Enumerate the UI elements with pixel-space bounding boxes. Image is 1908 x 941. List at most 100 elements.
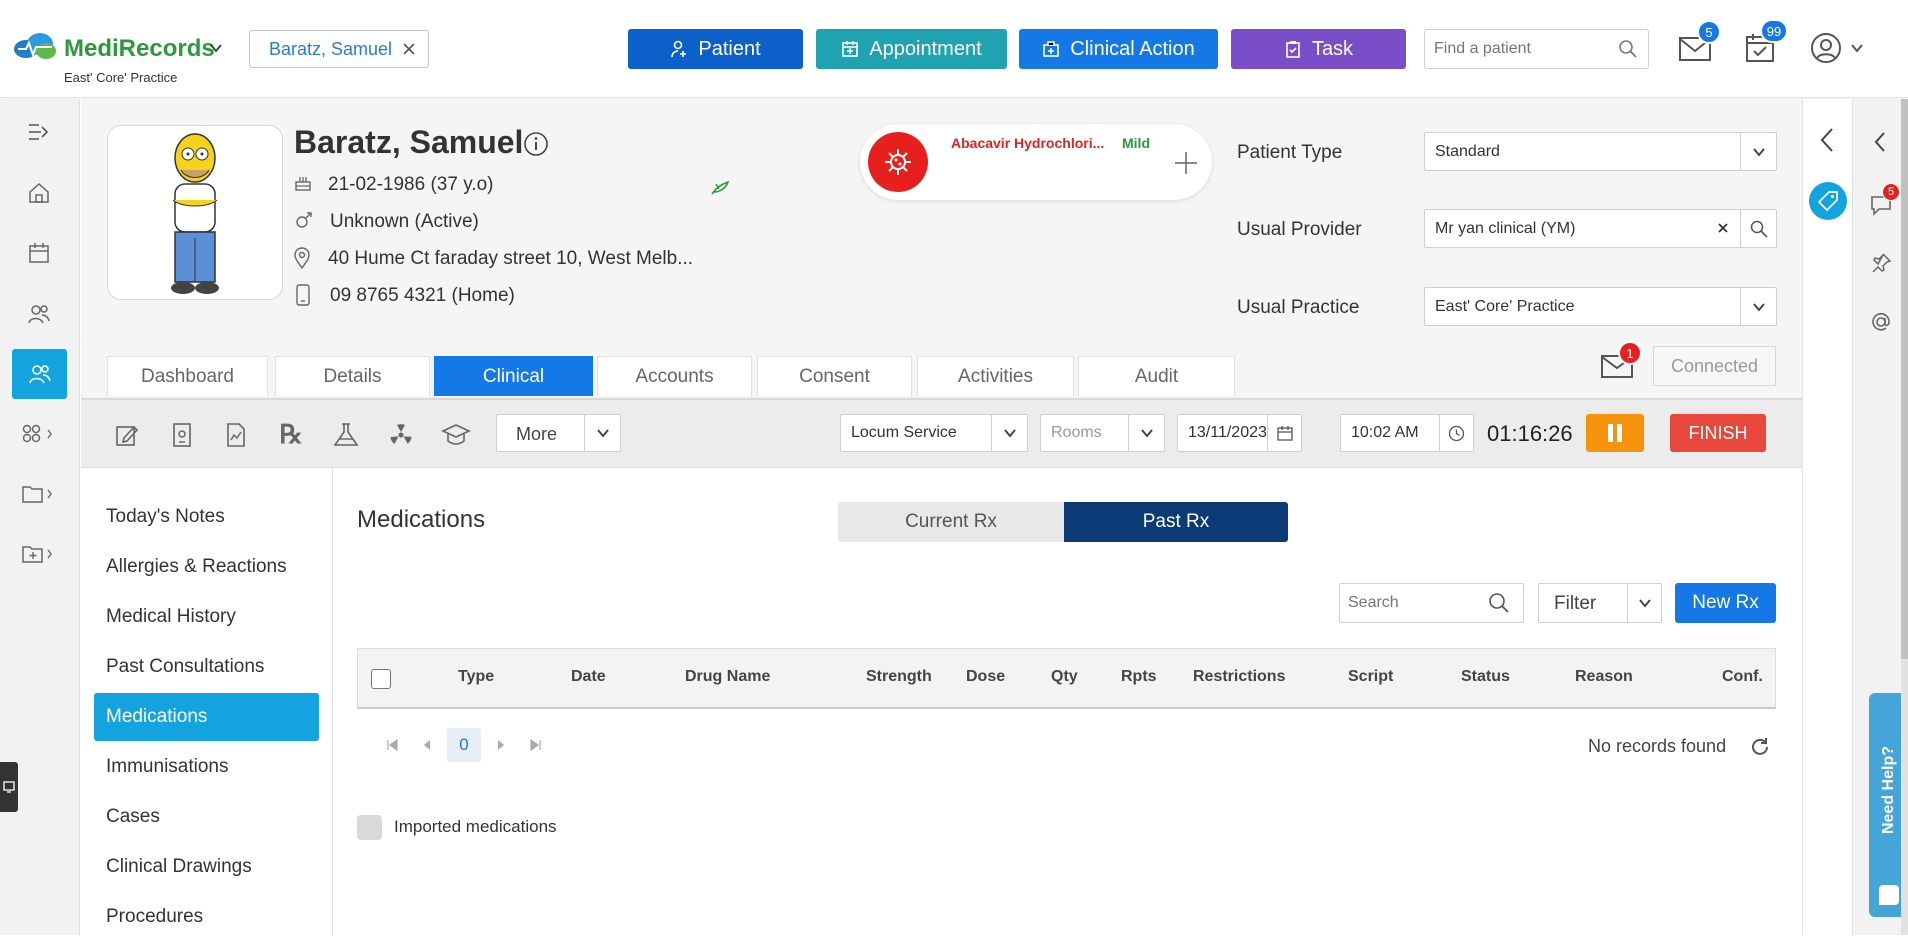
patient-chip[interactable]: Baratz, Samuel bbox=[249, 30, 429, 68]
pathology-icon[interactable] bbox=[331, 420, 361, 450]
col-drug-name[interactable]: Drug Name bbox=[685, 668, 770, 686]
home-icon[interactable] bbox=[0, 168, 78, 218]
usual-practice-select[interactable]: East' Core' Practice bbox=[1424, 287, 1777, 326]
task-button[interactable]: Task bbox=[1231, 29, 1406, 69]
col-conf[interactable]: Conf. bbox=[1722, 668, 1763, 686]
calendar-icon[interactable] bbox=[0, 228, 78, 278]
edit-note-icon[interactable] bbox=[112, 420, 142, 450]
patient-type-select[interactable]: Standard bbox=[1424, 132, 1777, 171]
rooms-select[interactable]: Rooms bbox=[1040, 414, 1165, 452]
rail-patients-active[interactable] bbox=[12, 349, 67, 399]
patient-photo[interactable] bbox=[107, 125, 283, 300]
medications-search[interactable] bbox=[1339, 583, 1524, 623]
nav-immunisations[interactable]: Immunisations bbox=[94, 743, 319, 791]
patient-button[interactable]: Patient bbox=[628, 29, 803, 69]
user-menu[interactable] bbox=[1810, 32, 1864, 64]
nav-medications[interactable]: Medications bbox=[94, 693, 319, 741]
collapse-chevron-left-icon[interactable] bbox=[1819, 127, 1835, 153]
usual-provider-select[interactable]: Mr yan clinical (YM) bbox=[1424, 209, 1777, 248]
find-patient-search[interactable] bbox=[1424, 29, 1649, 69]
col-status[interactable]: Status bbox=[1461, 668, 1510, 686]
medications-search-input[interactable] bbox=[1348, 594, 1488, 612]
col-qty[interactable]: Qty bbox=[1051, 668, 1078, 686]
next-page-icon[interactable] bbox=[495, 738, 507, 752]
info-icon[interactable] bbox=[523, 131, 549, 157]
col-dose[interactable]: Dose bbox=[966, 668, 1005, 686]
prescription-rx-icon[interactable]: ℞ bbox=[276, 420, 306, 450]
consult-time-input[interactable]: 10:02 AM bbox=[1340, 414, 1474, 452]
nav-todays-notes[interactable]: Today's Notes bbox=[94, 493, 319, 541]
first-page-icon[interactable] bbox=[385, 738, 399, 752]
last-page-icon[interactable] bbox=[529, 738, 543, 752]
prev-page-icon[interactable] bbox=[421, 738, 433, 752]
appointment-button[interactable]: Appointment bbox=[816, 29, 1007, 69]
find-patient-input[interactable] bbox=[1434, 40, 1614, 58]
refresh-icon[interactable] bbox=[1749, 736, 1771, 758]
chevron-down-icon[interactable] bbox=[1128, 415, 1164, 451]
consult-date-input[interactable]: 13/11/2023 bbox=[1177, 414, 1302, 452]
nav-procedures[interactable]: Procedures bbox=[94, 893, 319, 941]
tab-clinical[interactable]: Clinical bbox=[434, 356, 593, 396]
chevron-down-icon[interactable] bbox=[1740, 288, 1776, 325]
nav-medical-history[interactable]: Medical History bbox=[94, 593, 319, 641]
clear-icon[interactable] bbox=[1716, 221, 1730, 235]
tab-audit[interactable]: Audit bbox=[1078, 356, 1235, 396]
select-all-checkbox[interactable] bbox=[371, 669, 391, 689]
scrollbar-thumb[interactable] bbox=[1901, 99, 1908, 659]
col-date[interactable]: Date bbox=[571, 668, 606, 686]
nav-past-consultations[interactable]: Past Consultations bbox=[94, 643, 319, 691]
mention-icon[interactable] bbox=[1870, 311, 1892, 333]
more-dropdown[interactable]: More bbox=[496, 414, 621, 452]
nav-clinical-drawings[interactable]: Clinical Drawings bbox=[94, 843, 319, 891]
calendar-icon[interactable] bbox=[1267, 415, 1301, 451]
search-icon[interactable] bbox=[1618, 39, 1638, 59]
tab-details[interactable]: Details bbox=[275, 356, 430, 396]
col-strength[interactable]: Strength bbox=[866, 668, 932, 686]
pause-button[interactable] bbox=[1586, 414, 1644, 452]
new-rx-button[interactable]: New Rx bbox=[1675, 583, 1776, 623]
col-type[interactable]: Type bbox=[458, 668, 494, 686]
chevron-down-icon[interactable] bbox=[1740, 133, 1776, 170]
brand-logo[interactable] bbox=[12, 32, 58, 62]
col-script[interactable]: Script bbox=[1348, 668, 1393, 686]
imported-medications-checkbox[interactable] bbox=[357, 815, 382, 840]
report-icon[interactable] bbox=[221, 420, 251, 450]
current-rx-tab[interactable]: Current Rx bbox=[838, 502, 1064, 542]
current-page[interactable]: 0 bbox=[447, 728, 481, 762]
tab-dashboard[interactable]: Dashboard bbox=[107, 356, 268, 396]
nav-allergies[interactable]: Allergies & Reactions bbox=[94, 543, 319, 591]
pin-icon[interactable] bbox=[1870, 252, 1892, 274]
collapse-chevron-left-icon[interactable] bbox=[1873, 131, 1887, 153]
close-icon[interactable] bbox=[402, 42, 416, 56]
chevron-down-icon[interactable] bbox=[1627, 584, 1661, 622]
apps-icon[interactable] bbox=[0, 409, 78, 459]
filter-dropdown[interactable]: Filter bbox=[1538, 583, 1662, 623]
clinical-action-button[interactable]: Clinical Action bbox=[1019, 29, 1218, 69]
folder-icon[interactable] bbox=[0, 469, 78, 519]
nav-cases[interactable]: Cases bbox=[94, 793, 319, 841]
search-icon[interactable] bbox=[1488, 592, 1510, 614]
col-rpts[interactable]: Rpts bbox=[1121, 668, 1157, 686]
col-reason[interactable]: Reason bbox=[1575, 668, 1633, 686]
expand-menu-icon[interactable] bbox=[0, 107, 78, 157]
tab-activities[interactable]: Activities bbox=[917, 356, 1074, 396]
search-icon[interactable] bbox=[1740, 210, 1776, 247]
clock-icon[interactable] bbox=[1439, 415, 1473, 451]
certificate-icon[interactable] bbox=[167, 420, 197, 450]
tab-accounts[interactable]: Accounts bbox=[597, 356, 752, 396]
past-rx-tab[interactable]: Past Rx bbox=[1064, 502, 1288, 542]
col-restrictions[interactable]: Restrictions bbox=[1193, 668, 1285, 686]
connection-status-button[interactable]: Connected bbox=[1653, 346, 1776, 386]
side-device-tab[interactable] bbox=[0, 762, 18, 812]
finish-button[interactable]: FINISH bbox=[1670, 414, 1766, 452]
add-allergy-icon[interactable] bbox=[1174, 151, 1198, 175]
scrollbar-track[interactable] bbox=[1901, 99, 1908, 935]
chevron-down-icon[interactable] bbox=[991, 415, 1027, 451]
education-icon[interactable] bbox=[441, 420, 471, 450]
brand-menu-chevron-icon[interactable] bbox=[208, 40, 224, 56]
allergy-card[interactable]: Abacavir Hydrochlori... Mild bbox=[860, 124, 1212, 200]
tab-consent[interactable]: Consent bbox=[757, 356, 912, 396]
tag-button[interactable] bbox=[1809, 182, 1847, 220]
group-icon[interactable] bbox=[0, 289, 78, 339]
radiology-icon[interactable] bbox=[386, 420, 416, 450]
